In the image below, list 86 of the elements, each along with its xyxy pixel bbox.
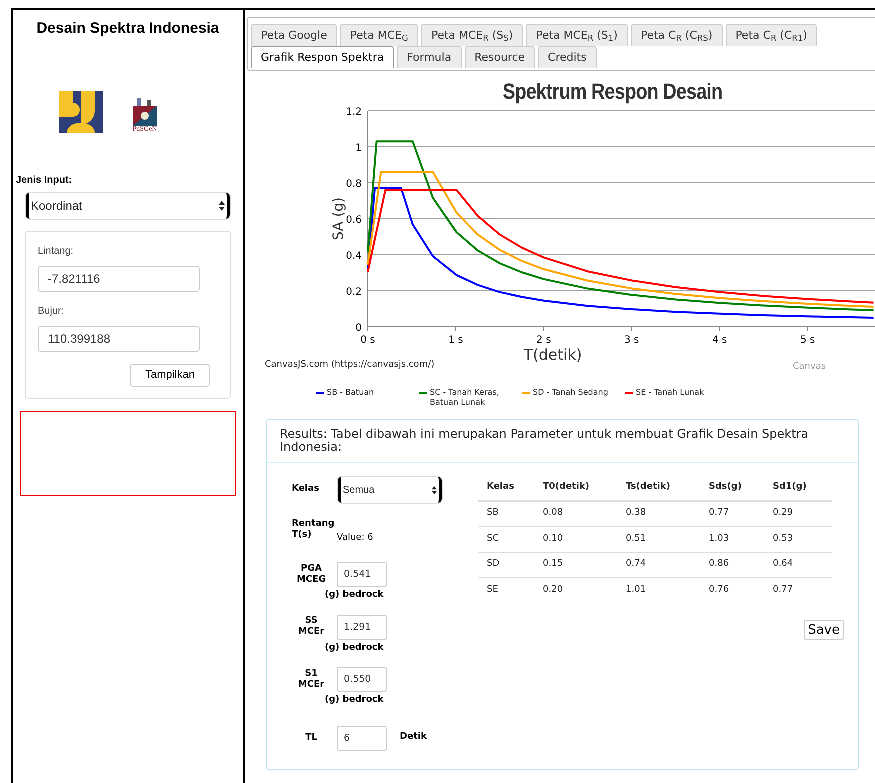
value-text: Value: 6 <box>337 533 374 544</box>
field-label: TL <box>304 732 318 744</box>
table-cell: 0.15 <box>534 552 617 578</box>
legend-item: SC - Tanah Keras, Batuan Lunak <box>430 388 500 408</box>
table-cell: SB <box>478 501 534 526</box>
field-label: Jenis Input: <box>16 174 74 188</box>
tick-label: 1 s <box>448 335 464 346</box>
input-field[interactable]: 6 <box>337 726 387 750</box>
table-cell: 0.10 <box>534 526 617 552</box>
table-cell: 1.03 <box>700 526 764 552</box>
table-cell: 0.29 <box>764 501 832 526</box>
field-label: S1 MCEr <box>297 668 326 690</box>
unit-label: (g) bedrock <box>325 694 385 707</box>
tick-label: 0.6 <box>346 215 362 226</box>
tab[interactable]: Formula <box>397 46 462 68</box>
tick-label: 0.2 <box>346 287 362 298</box>
input-field[interactable]: 1.291 <box>337 614 387 640</box>
table-cell: SC <box>478 526 534 552</box>
table-cell: 0.74 <box>617 552 700 578</box>
input-field[interactable]: 110.399188 <box>38 326 200 352</box>
input-field[interactable]: 0.550 <box>337 667 387 692</box>
class-select[interactable]: Semua <box>338 477 442 503</box>
field-label: Rentang T(s) <box>292 519 336 541</box>
legend-item: SD - Tanah Sedang <box>533 388 610 398</box>
field-label: PGA MCEG <box>296 564 328 586</box>
tab[interactable]: Peta C$_{R}$ (C$_{RS}$) <box>630 24 723 46</box>
tick-label: 5 s <box>800 335 816 346</box>
legend-item: SE - Tanah Lunak <box>636 388 706 398</box>
save-button[interactable]: Save <box>804 620 844 640</box>
tick-label: 0 s <box>360 335 376 346</box>
table-cell: 0.51 <box>617 526 700 552</box>
unit-label: (g) bedrock <box>325 642 385 654</box>
axis-title: SA (g) <box>331 198 347 240</box>
column-header: Ts(detik) <box>617 475 700 501</box>
tick-label: 0.4 <box>346 251 362 262</box>
table-cell: 0.76 <box>700 578 764 603</box>
input-type-select[interactable]: Koordinat <box>26 192 230 218</box>
tick-label: 4 s <box>712 335 728 346</box>
pu-logo <box>58 90 103 132</box>
table-cell: 0.86 <box>700 552 764 578</box>
column-header: Sds(g) <box>700 475 764 501</box>
table-cell: SE <box>478 578 534 603</box>
tab[interactable]: Peta Google <box>251 24 338 46</box>
field-label: Kelas <box>292 483 320 496</box>
chart-title: Spektrum Respon Desain <box>502 81 723 103</box>
table-cell: 0.77 <box>764 578 832 603</box>
column-header: T0(detik) <box>534 475 617 501</box>
table-cell: 1.01 <box>617 578 700 603</box>
tab[interactable]: Peta C$_{R}$ (C$_{R1}$) <box>726 24 818 46</box>
tick-label: 0.8 <box>346 179 362 190</box>
column-header: Sd1(g) <box>764 475 832 501</box>
table-cell: 0.38 <box>617 501 700 526</box>
app-title: Desain Spektra Indonesia <box>36 19 220 39</box>
tab[interactable]: Credits <box>538 46 597 68</box>
tick-label: 1 <box>356 143 362 154</box>
tab[interactable]: Grafik Respon Spektra <box>251 46 394 68</box>
axis-title: T(detik) <box>524 346 582 364</box>
tick-label: 1.2 <box>346 107 362 118</box>
table-cell: 0.08 <box>534 501 617 526</box>
select-arrows-icon <box>432 486 437 494</box>
tab[interactable]: Peta MCE$_{G}$ <box>340 24 418 46</box>
tick-label: 3 s <box>624 335 640 346</box>
table-cell: 0.64 <box>764 552 832 578</box>
results-heading: Results: Tabel dibawah ini merupakan Parameter untuk membuat Grafik Desain Spektra Indonesia: <box>280 428 810 454</box>
legend-item: SB - Batuan <box>327 388 376 398</box>
select-arrows-icon <box>219 200 225 210</box>
input-field[interactable]: 0.541 <box>337 562 387 587</box>
input-field[interactable]: -7.821116 <box>38 266 200 292</box>
tick-label: 2 s <box>536 335 552 346</box>
unit-label: Detik <box>400 731 427 744</box>
unit-label: (g) bedrock <box>325 589 385 602</box>
table-cell: SD <box>478 552 534 578</box>
field-label: Bujur: <box>38 304 66 318</box>
table-cell: 0.53 <box>764 526 832 552</box>
tab[interactable]: Peta MCE$_{R}$ (S$_{S}$) <box>421 24 524 46</box>
tab[interactable]: Peta MCE$_{R}$ (S$_{1}$) <box>526 24 628 46</box>
emblem-icon <box>132 98 157 126</box>
field-label: SS MCEr <box>297 616 326 638</box>
tab[interactable]: Resource <box>464 46 536 68</box>
show-button[interactable]: Tampilkan <box>130 364 210 386</box>
table-cell: 0.20 <box>534 578 617 603</box>
credit-text: Canvas <box>793 362 826 372</box>
table-cell: 0.77 <box>700 501 764 526</box>
tick-label: 0 <box>356 323 362 334</box>
field-label: Lintang: <box>38 244 75 258</box>
column-header: Kelas <box>478 475 534 501</box>
